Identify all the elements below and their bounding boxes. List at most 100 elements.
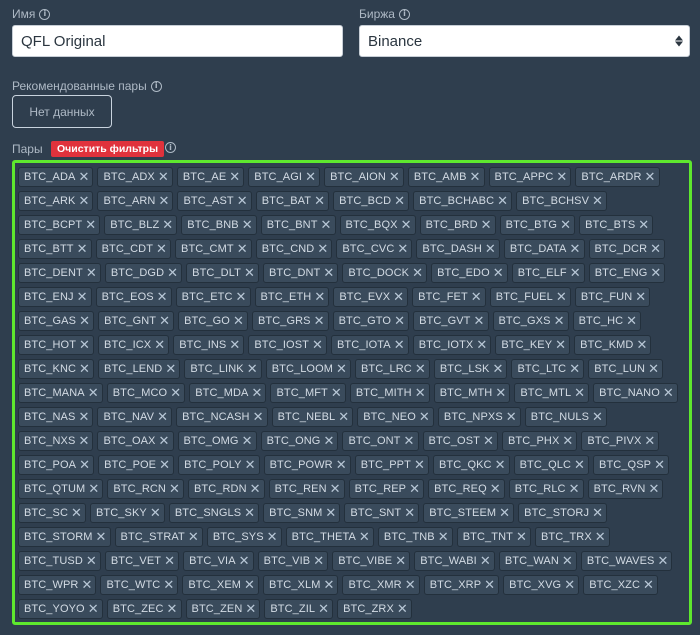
close-icon[interactable]: ✕ <box>476 339 487 352</box>
close-icon[interactable]: ✕ <box>657 555 668 568</box>
close-icon[interactable]: ✕ <box>96 531 107 544</box>
close-icon[interactable]: ✕ <box>569 363 580 376</box>
info-icon[interactable]: i <box>39 8 51 20</box>
info-icon[interactable]: i <box>150 80 162 92</box>
close-icon[interactable]: ✕ <box>79 459 90 472</box>
close-icon[interactable]: ✕ <box>570 267 581 280</box>
close-icon[interactable]: ✕ <box>394 315 405 328</box>
close-icon[interactable]: ✕ <box>244 579 255 592</box>
close-icon[interactable]: ✕ <box>242 435 253 448</box>
close-icon[interactable]: ✕ <box>71 507 82 520</box>
close-icon[interactable]: ✕ <box>242 219 253 232</box>
close-icon[interactable]: ✕ <box>314 195 325 208</box>
close-icon[interactable]: ✕ <box>554 315 565 328</box>
close-icon[interactable]: ✕ <box>592 507 603 520</box>
close-icon[interactable]: ✕ <box>314 291 325 304</box>
close-icon[interactable]: ✕ <box>394 339 405 352</box>
close-icon[interactable]: ✕ <box>556 291 567 304</box>
close-icon[interactable]: ✕ <box>415 387 426 400</box>
close-icon[interactable]: ✕ <box>245 459 256 472</box>
close-icon[interactable]: ✕ <box>336 459 347 472</box>
close-icon[interactable]: ✕ <box>331 387 342 400</box>
close-icon[interactable]: ✕ <box>574 387 585 400</box>
close-icon[interactable]: ✕ <box>474 315 485 328</box>
close-icon[interactable]: ✕ <box>79 339 90 352</box>
close-icon[interactable]: ✕ <box>592 411 603 424</box>
close-icon[interactable]: ✕ <box>636 339 647 352</box>
close-icon[interactable]: ✕ <box>409 483 420 496</box>
close-icon[interactable]: ✕ <box>158 171 169 184</box>
close-icon[interactable]: ✕ <box>318 603 329 616</box>
close-icon[interactable]: ✕ <box>159 435 170 448</box>
close-icon[interactable]: ✕ <box>157 411 168 424</box>
close-icon[interactable]: ✕ <box>404 507 415 520</box>
close-icon[interactable]: ✕ <box>251 387 262 400</box>
close-icon[interactable]: ✕ <box>165 363 176 376</box>
close-icon[interactable]: ✕ <box>663 387 674 400</box>
close-icon[interactable]: ✕ <box>154 339 165 352</box>
close-icon[interactable]: ✕ <box>323 267 334 280</box>
close-icon[interactable]: ✕ <box>471 291 482 304</box>
close-icon[interactable]: ✕ <box>325 507 336 520</box>
close-icon[interactable]: ✕ <box>239 555 250 568</box>
close-icon[interactable]: ✕ <box>159 459 170 472</box>
close-icon[interactable]: ✕ <box>560 219 571 232</box>
close-icon[interactable]: ✕ <box>483 435 494 448</box>
close-icon[interactable]: ✕ <box>77 291 88 304</box>
close-icon[interactable]: ✕ <box>650 243 661 256</box>
close-icon[interactable]: ✕ <box>516 531 527 544</box>
close-icon[interactable]: ✕ <box>85 219 96 232</box>
close-icon[interactable]: ✕ <box>397 243 408 256</box>
close-icon[interactable]: ✕ <box>321 219 332 232</box>
close-icon[interactable]: ✕ <box>78 411 89 424</box>
close-icon[interactable]: ✕ <box>323 579 334 592</box>
pairs-multiselect[interactable]: BTC_ADA ✕ BTC_ADX ✕ BTC_AE ✕ BTC_AGI ✕ BTC_AION ✕… <box>12 160 692 625</box>
close-icon[interactable]: ✕ <box>638 219 649 232</box>
close-icon[interactable]: ✕ <box>490 483 501 496</box>
close-icon[interactable]: ✕ <box>86 267 97 280</box>
close-icon[interactable]: ✕ <box>401 219 412 232</box>
close-icon[interactable]: ✕ <box>237 243 248 256</box>
close-icon[interactable]: ✕ <box>484 579 495 592</box>
close-icon[interactable]: ✕ <box>336 363 347 376</box>
close-icon[interactable]: ✕ <box>492 363 503 376</box>
close-icon[interactable]: ✕ <box>78 435 89 448</box>
close-icon[interactable]: ✕ <box>562 555 573 568</box>
close-icon[interactable]: ✕ <box>244 267 255 280</box>
close-icon[interactable]: ✕ <box>405 579 416 592</box>
close-icon[interactable]: ✕ <box>170 387 181 400</box>
close-icon[interactable]: ✕ <box>389 171 400 184</box>
close-icon[interactable]: ✕ <box>323 435 334 448</box>
close-icon[interactable]: ✕ <box>317 243 328 256</box>
close-icon[interactable]: ✕ <box>415 363 426 376</box>
close-icon[interactable]: ✕ <box>78 195 89 208</box>
close-icon[interactable]: ✕ <box>312 339 323 352</box>
close-icon[interactable]: ✕ <box>414 459 425 472</box>
close-icon[interactable]: ✕ <box>236 291 247 304</box>
close-icon[interactable]: ✕ <box>244 507 255 520</box>
close-icon[interactable]: ✕ <box>237 195 248 208</box>
close-icon[interactable]: ✕ <box>570 243 581 256</box>
close-icon[interactable]: ✕ <box>314 315 325 328</box>
close-icon[interactable]: ✕ <box>470 171 481 184</box>
close-icon[interactable]: ✕ <box>654 459 665 472</box>
close-icon[interactable]: ✕ <box>86 555 97 568</box>
info-icon[interactable]: i <box>398 8 410 20</box>
close-icon[interactable]: ✕ <box>412 267 423 280</box>
close-icon[interactable]: ✕ <box>481 219 492 232</box>
close-icon[interactable]: ✕ <box>330 483 341 496</box>
close-icon[interactable]: ✕ <box>158 195 169 208</box>
close-icon[interactable]: ✕ <box>394 195 405 208</box>
close-icon[interactable]: ✕ <box>395 555 406 568</box>
close-icon[interactable]: ✕ <box>88 483 99 496</box>
close-icon[interactable]: ✕ <box>574 459 585 472</box>
close-icon[interactable]: ✕ <box>562 435 573 448</box>
close-icon[interactable]: ✕ <box>164 555 175 568</box>
close-icon[interactable]: ✕ <box>393 291 404 304</box>
close-icon[interactable]: ✕ <box>645 171 656 184</box>
close-icon[interactable]: ✕ <box>495 387 506 400</box>
close-icon[interactable]: ✕ <box>650 267 661 280</box>
close-icon[interactable]: ✕ <box>506 411 517 424</box>
close-icon[interactable]: ✕ <box>78 171 89 184</box>
close-icon[interactable]: ✕ <box>313 555 324 568</box>
